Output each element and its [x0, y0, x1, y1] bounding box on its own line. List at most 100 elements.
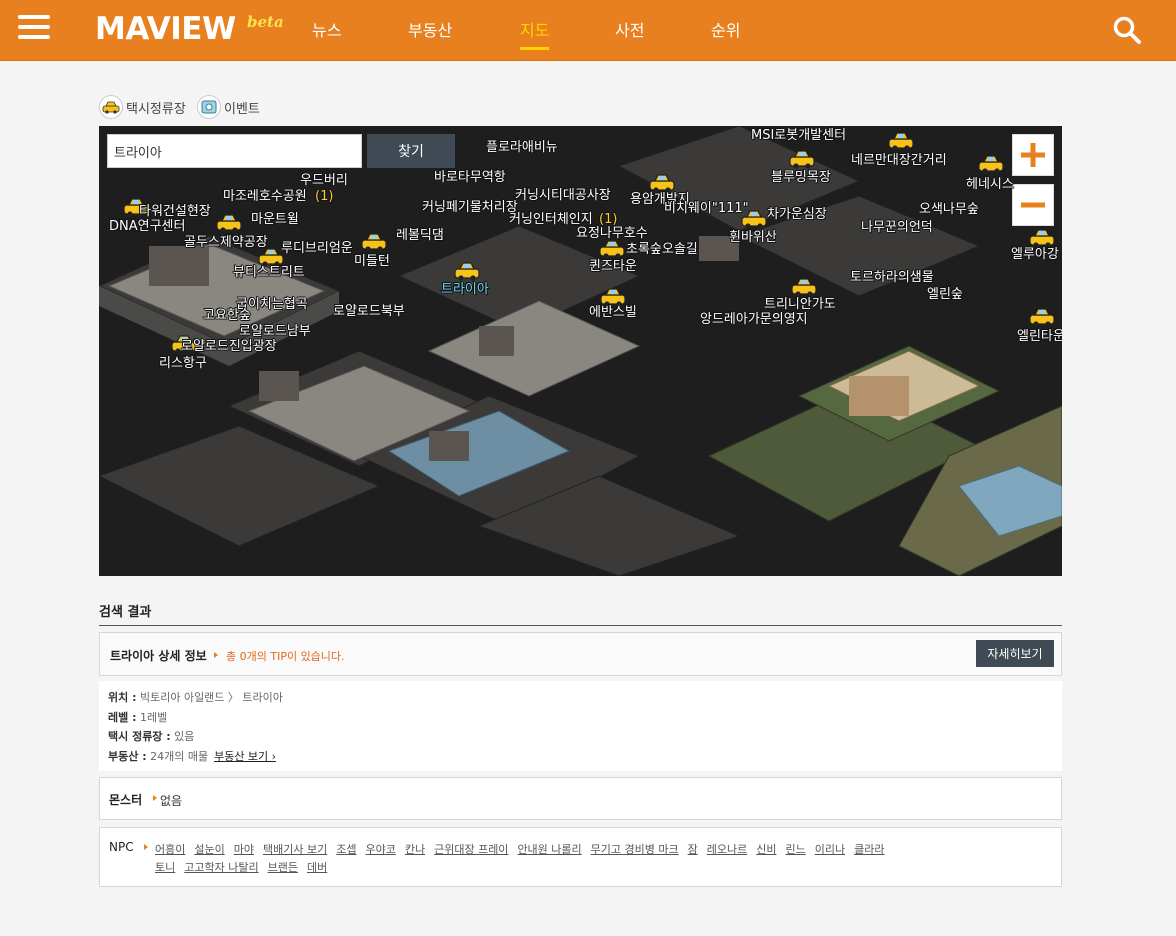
nav-news[interactable]: 뉴스	[312, 17, 341, 41]
place-label[interactable]: 네르만대장간거리	[851, 153, 947, 168]
place-label[interactable]: 에반스빌	[589, 305, 637, 320]
npc-link[interactable]: 안내원 나롤리	[517, 843, 581, 856]
npc-link[interactable]: 브랜든	[268, 861, 298, 874]
place-label[interactable]: 요정나무호수	[576, 226, 648, 241]
monster-label: 몬스터	[109, 793, 143, 807]
taxi-marker[interactable]	[976, 153, 1006, 175]
place-label[interactable]: 커닝인터체인지	[509, 212, 593, 227]
npc-link[interactable]: 이리나	[815, 843, 845, 856]
place-label[interactable]: 리스항구	[159, 356, 207, 371]
tip-count-text: 총 0개의 TIP이 있습니다.	[226, 650, 345, 663]
npc-link[interactable]: 마야	[234, 843, 254, 856]
npc-link[interactable]: 칸나	[405, 843, 425, 856]
monster-panel: 몬스터 없음	[99, 777, 1062, 820]
npc-link[interactable]: 레오나르	[707, 843, 747, 856]
place-label[interactable]: 나무꾼의언덕	[861, 220, 933, 235]
npc-link[interactable]: 우야코	[365, 843, 395, 856]
npc-link[interactable]: 잠	[688, 843, 698, 856]
taxi-marker[interactable]	[1027, 227, 1057, 249]
place-label[interactable]: (1)	[315, 189, 333, 204]
taxi-marker[interactable]	[789, 276, 819, 298]
npc-link[interactable]: 근위대장 프레이	[434, 843, 508, 856]
taxi-marker[interactable]	[886, 130, 916, 152]
world-map[interactable]: 찾기 MSI로봇개발센터 플로라애비뉴 네르만대장간거리 블루밍목장	[99, 126, 1062, 576]
place-label[interactable]: 차가운심장	[767, 207, 827, 222]
logo-text: MAVIEW	[95, 11, 236, 47]
place-label-selected[interactable]: 트라이아	[441, 282, 489, 297]
legend-taxi[interactable]: 택시정류장	[99, 94, 186, 120]
taxi-marker[interactable]	[597, 238, 627, 260]
find-button[interactable]: 찾기	[367, 134, 455, 168]
place-label[interactable]: 타워건설현장	[139, 204, 211, 219]
taxi-marker[interactable]	[787, 148, 817, 170]
place-label[interactable]: 오색나무숲	[919, 202, 979, 217]
arrow-right-icon	[214, 652, 218, 658]
hamburger-menu-icon[interactable]	[18, 15, 50, 41]
place-label[interactable]: 마운트윌	[251, 212, 299, 227]
place-label[interactable]: 초록숲오솔길	[626, 242, 698, 257]
nav-map[interactable]: 지도	[520, 17, 550, 50]
place-label[interactable]: 레볼딕댐	[396, 228, 444, 243]
place-label[interactable]: 헤네시스	[966, 177, 1014, 192]
place-label[interactable]: 마조레호수공원	[223, 189, 307, 204]
npc-link[interactable]: 데버	[307, 861, 327, 874]
npc-link[interactable]: 택배기사 보기	[263, 843, 327, 856]
view-detail-button[interactable]: 자세히보기	[976, 640, 1054, 667]
npc-link[interactable]: 설눈이	[194, 843, 224, 856]
logo[interactable]: MAVIEW beta	[95, 9, 284, 49]
place-label[interactable]: 플로라애비뉴	[486, 140, 558, 155]
realestate-link[interactable]: 부동산 보기 ›	[214, 750, 276, 763]
taxi-marker[interactable]	[359, 231, 389, 253]
arrow-right-icon	[144, 844, 148, 850]
place-label[interactable]: 골두스제약공장	[184, 235, 268, 250]
nav-dictionary[interactable]: 사전	[615, 17, 644, 41]
legend-taxi-label: 택시정류장	[126, 101, 186, 117]
taxi-marker[interactable]	[1027, 306, 1057, 328]
search-icon[interactable]	[1112, 15, 1142, 45]
place-label[interactable]: 커닝시티대공사장	[515, 188, 611, 203]
place-label[interactable]: 루디브리엄운	[281, 241, 353, 256]
nav-ranking[interactable]: 순위	[711, 17, 740, 41]
nav-realestate[interactable]: 부동산	[408, 17, 452, 41]
place-label[interactable]: 바로타무역항	[434, 170, 506, 185]
npc-link[interactable]: 고고학자 나탈리	[184, 861, 258, 874]
place-label[interactable]: 엘린타운	[1017, 329, 1062, 344]
npc-link[interactable]: 토니	[155, 861, 175, 874]
npc-link[interactable]: 무기고 경비병 마크	[591, 843, 679, 856]
place-label[interactable]: MSI로봇개발센터	[751, 128, 846, 143]
npc-link[interactable]: 어흥이	[155, 843, 185, 856]
place-label[interactable]: DNA연구센터	[109, 219, 185, 234]
results-heading: 검색 결과	[99, 605, 152, 620]
place-label[interactable]: 토르하라의샘물	[850, 270, 934, 285]
place-label[interactable]: (1)	[599, 212, 617, 227]
npc-link[interactable]: 신비	[756, 843, 776, 856]
npc-link[interactable]: 린느	[785, 843, 805, 856]
place-label[interactable]: 엘린숲	[927, 287, 963, 302]
npc-link[interactable]: 조셉	[336, 843, 356, 856]
place-label[interactable]: 로얄로드북부	[333, 304, 405, 319]
taxi-marker[interactable]	[214, 212, 244, 234]
place-label[interactable]: 앙드레아가문의영지	[700, 312, 808, 327]
place-label[interactable]: 휜바위산	[729, 230, 777, 245]
place-label[interactable]: 고요한숲	[203, 308, 251, 323]
place-label[interactable]: 로얄로드진입광장	[181, 339, 277, 354]
place-label[interactable]: 엘루아강	[1011, 247, 1059, 262]
taxi-marker[interactable]	[647, 172, 677, 194]
place-label[interactable]: 비치웨이"111"	[664, 201, 749, 216]
zoom-in-button[interactable]	[1012, 134, 1054, 176]
place-label[interactable]: 우드버리	[300, 173, 348, 188]
place-label[interactable]: 블루밍목장	[771, 170, 831, 185]
legend-event[interactable]: 이벤트	[197, 94, 260, 120]
zoom-out-button[interactable]	[1012, 184, 1054, 226]
place-label[interactable]: 미들턴	[354, 254, 390, 269]
place-label[interactable]: 로얄로드남부	[239, 324, 311, 339]
place-count: (1)	[315, 189, 334, 204]
top-header: MAVIEW beta 뉴스 부동산 지도 사전 순위	[0, 0, 1176, 61]
place-label[interactable]: 뷰티스트리트	[233, 265, 305, 280]
map-search-input[interactable]	[107, 134, 362, 168]
place-label[interactable]: 커닝페기물처리장	[422, 200, 518, 215]
npc-link[interactable]: 클라라	[854, 843, 884, 856]
taxi-marker[interactable]	[452, 260, 482, 282]
place-label[interactable]: 트리니안가도	[764, 297, 836, 312]
place-label[interactable]: 퀸즈타운	[589, 259, 637, 274]
